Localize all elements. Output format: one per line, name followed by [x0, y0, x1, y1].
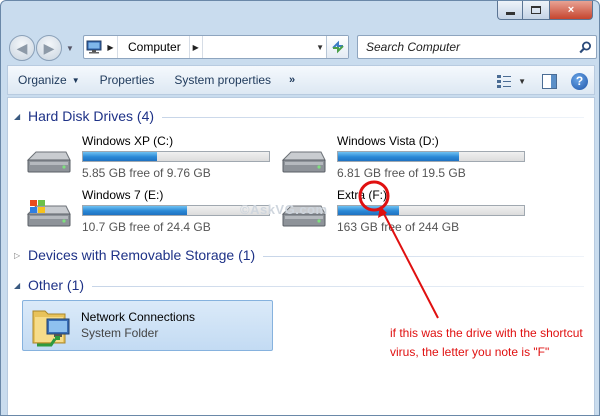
address-bar[interactable]: ▶ Computer ▶ ▼	[83, 35, 349, 59]
minimize-button[interactable]	[497, 1, 523, 20]
command-bar: Organize ▼ Properties System properties »…	[7, 65, 595, 95]
maximize-icon	[531, 6, 541, 14]
close-button[interactable]: ×	[549, 1, 593, 20]
capacity-fill	[338, 152, 459, 161]
more-commands-button[interactable]: »	[281, 74, 303, 86]
network-folder-icon	[32, 310, 70, 347]
change-view-button[interactable]: ▼	[496, 74, 526, 88]
address-dropdown-icon[interactable]: ▼	[316, 43, 324, 52]
back-button[interactable]: ◀	[9, 35, 35, 61]
explorer-window: × ◀ ▶ ▼ ▶ Computer ▶ ▼ Search Computer O…	[0, 0, 600, 416]
drive-item[interactable]: Windows Vista (D:) 6.81 GB free of 19.5 …	[279, 134, 529, 182]
address-chevron-icon[interactable]: ▶	[104, 36, 118, 58]
capacity-bar	[82, 151, 270, 162]
drive-free-space: 5.85 GB free of 9.76 GB	[82, 166, 211, 180]
maximize-button[interactable]	[523, 1, 549, 20]
search-icon[interactable]	[574, 41, 596, 54]
drive-name: Windows XP (C:)	[82, 134, 174, 148]
command-bar-right: ▼ ?	[496, 66, 588, 96]
drive-free-space: 6.81 GB free of 19.5 GB	[337, 166, 466, 180]
group-divider	[263, 255, 584, 257]
search-input[interactable]: Search Computer	[366, 40, 574, 54]
hard-drive-icon	[26, 151, 71, 173]
chevron-down-icon: ▼	[518, 76, 526, 86]
windows-drive-icon	[26, 200, 71, 227]
view-options-icon	[497, 75, 512, 88]
hard-drive-icon	[281, 151, 326, 173]
properties-button[interactable]: Properties	[90, 65, 165, 95]
preview-pane-icon	[542, 73, 557, 89]
capacity-bar	[337, 151, 525, 162]
drive-name: Extra (F:)	[337, 188, 387, 202]
capacity-fill	[83, 152, 158, 161]
drive-free-space: 10.7 GB free of 24.4 GB	[82, 220, 211, 234]
capacity-bar	[337, 205, 525, 216]
annotation-note: if this was the drive with the shortcut …	[390, 326, 583, 359]
refresh-button[interactable]	[326, 36, 348, 58]
navigation-bar: ◀ ▶ ▼ ▶ Computer ▶ ▼ Search Computer	[9, 33, 597, 61]
help-button[interactable]: ?	[571, 72, 588, 90]
close-icon: ×	[567, 4, 575, 16]
collapse-arrow-icon[interactable]: ◢	[14, 281, 28, 290]
collapse-arrow-icon[interactable]: ◢	[14, 112, 28, 121]
recent-pages-dropdown[interactable]: ▼	[66, 44, 74, 53]
drive-name: Windows Vista (D:)	[337, 134, 439, 148]
minimize-icon	[505, 11, 515, 15]
computer-icon	[84, 36, 104, 58]
forward-arrow-icon: ▶	[43, 39, 55, 56]
drive-item[interactable]: Windows XP (C:) 5.85 GB free of 9.76 GB	[24, 134, 274, 182]
group-other[interactable]: ◢ Other (1)	[14, 277, 584, 293]
group-divider	[162, 116, 584, 118]
capacity-fill	[338, 206, 400, 215]
back-arrow-icon: ◀	[16, 39, 28, 56]
item-name: Network Connections	[81, 310, 196, 324]
system-properties-button[interactable]: System properties	[164, 65, 281, 95]
expand-arrow-icon[interactable]: ▷	[14, 251, 28, 260]
organize-label: Organize	[18, 73, 67, 87]
item-type: System Folder	[81, 326, 159, 340]
group-removable-storage[interactable]: ▷ Devices with Removable Storage (1)	[14, 247, 584, 263]
address-chevron-icon[interactable]: ▶	[188, 36, 203, 58]
caption-buttons: ×	[497, 1, 593, 20]
drive-item[interactable]: Windows 7 (E:) 10.7 GB free of 24.4 GB	[24, 188, 274, 236]
capacity-fill	[83, 206, 188, 215]
forward-button[interactable]: ▶	[36, 35, 62, 61]
address-location[interactable]: Computer	[118, 40, 189, 54]
drive-free-space: 163 GB free of 244 GB	[337, 220, 460, 234]
organize-menu[interactable]: Organize ▼	[8, 65, 90, 95]
drive-name: Windows 7 (E:)	[82, 188, 164, 202]
group-title: Other (1)	[28, 277, 85, 293]
preview-pane-button[interactable]	[542, 73, 557, 89]
search-box[interactable]: Search Computer	[357, 35, 597, 59]
system-properties-label: System properties	[174, 73, 272, 87]
group-title: Devices with Removable Storage (1)	[28, 247, 256, 263]
content-pane: ◢ Hard Disk Drives (4) Windows XP (C:) 5…	[7, 97, 595, 415]
watermark: ©AskVG.com	[240, 202, 328, 217]
group-hard-disk-drives[interactable]: ◢ Hard Disk Drives (4)	[14, 108, 584, 124]
group-divider	[92, 285, 584, 287]
refresh-icon	[331, 40, 344, 54]
group-title: Hard Disk Drives (4)	[28, 108, 155, 124]
network-connections-item[interactable]: Network Connections System Folder	[22, 300, 273, 351]
help-icon: ?	[575, 74, 584, 88]
chevron-down-icon: ▼	[71, 75, 80, 85]
properties-label: Properties	[99, 73, 155, 87]
